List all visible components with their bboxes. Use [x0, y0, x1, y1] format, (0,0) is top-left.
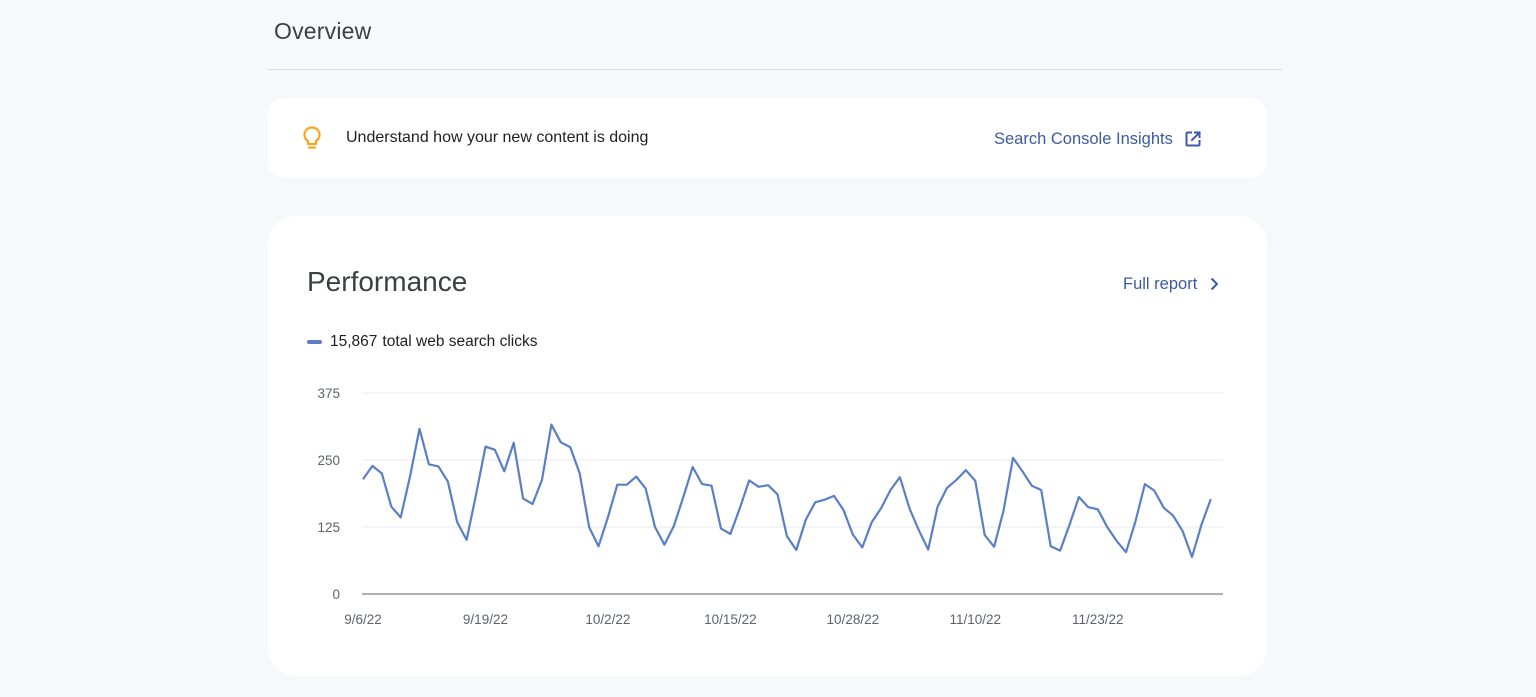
x-tick-label: 10/28/22: [827, 612, 880, 627]
x-tick-label: 9/6/22: [344, 612, 382, 627]
page: Overview Understand how your new content…: [0, 0, 1536, 697]
x-tick-label: 10/15/22: [704, 612, 757, 627]
y-tick-label: 0: [332, 587, 340, 602]
x-tick-label: 11/10/22: [950, 612, 1002, 627]
series-line[interactable]: [362, 423, 1212, 559]
y-tick-label: 125: [317, 520, 340, 535]
y-tick-label: 375: [317, 386, 340, 401]
x-tick-label: 11/23/22: [1072, 612, 1124, 627]
x-tick-label: 9/19/22: [463, 612, 508, 627]
clicks-line-chart: 0 125 250 375 9/6/22 9/19/22 10/2/22 10/15/22 10…: [317, 386, 1223, 627]
x-tick-label: 10/2/22: [585, 612, 630, 627]
y-tick-label: 250: [317, 453, 340, 468]
